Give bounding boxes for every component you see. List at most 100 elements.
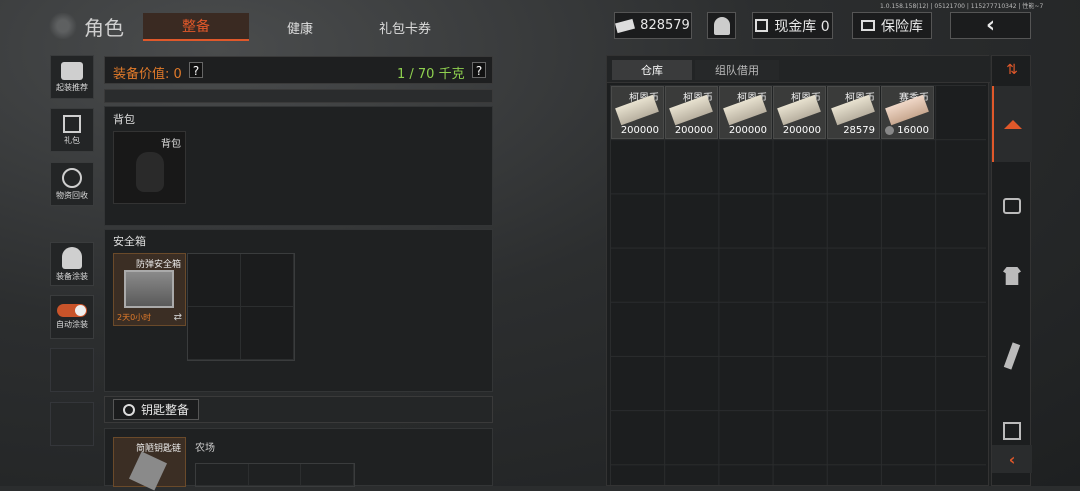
- safebox-section: 安全箱 防弹安全箱 2天0小时 ⇄: [104, 229, 493, 392]
- tab-health[interactable]: 健康: [250, 13, 350, 41]
- keys-bar: 钥匙整备: [104, 396, 493, 423]
- insurance-button[interactable]: 保险库: [852, 12, 932, 39]
- equip-value-label: 装备价值: 0: [113, 67, 182, 82]
- category-medical[interactable]: [992, 176, 1032, 236]
- sidebar-item-auto-skin[interactable]: 自动涂装: [50, 295, 94, 339]
- tab-equip[interactable]: 整备: [143, 13, 249, 41]
- equip-value-bar: 装备价值: 0 ? 1 / 70 千克 ?: [104, 56, 493, 84]
- warehouse-item[interactable]: 柯恩币 200000: [773, 86, 826, 139]
- safebox-case-icon: [124, 270, 174, 308]
- safebox-item-name: 防弹安全箱: [135, 260, 181, 270]
- item-count: 200000: [620, 125, 659, 136]
- tab-equip-label: 整备: [182, 19, 210, 35]
- map-logo-icon: [48, 13, 78, 39]
- category-all[interactable]: [992, 86, 1032, 162]
- item-count: 200000: [782, 125, 821, 136]
- grid-cell[interactable]: [188, 254, 241, 307]
- weight-help-icon[interactable]: ?: [472, 62, 486, 78]
- magazine-icon: [1003, 342, 1021, 370]
- box-icon: [1003, 422, 1021, 440]
- tab-team-borrow[interactable]: 组队借用: [695, 60, 779, 80]
- collapse-button[interactable]: ‹: [992, 445, 1032, 473]
- banknotes-icon: [777, 94, 821, 126]
- keys-button[interactable]: 钥匙整备: [113, 399, 199, 420]
- safebox-grid: [187, 253, 295, 361]
- warehouse-item[interactable]: 柯恩币 28579: [827, 86, 880, 139]
- banknotes-icon: [669, 94, 713, 126]
- grid-cell[interactable]: [241, 307, 294, 360]
- page-title: 角色: [84, 15, 124, 40]
- warehouse-item[interactable]: 柯恩币 200000: [611, 86, 664, 139]
- sidebar-item-gift[interactable]: 礼包: [50, 108, 94, 152]
- cash-icon: [615, 18, 636, 33]
- tab-gift-cards[interactable]: 礼包卡券: [350, 13, 460, 41]
- keychain-item[interactable]: 简陋钥匙链: [113, 437, 186, 491]
- cash-vault-label: 现金库 0: [774, 18, 830, 35]
- version-text: 1.0.158.158(12) | 05121700 | 11527771034…: [880, 3, 1044, 10]
- sidebar-empty-slot: [50, 348, 94, 392]
- insurance-icon: [861, 20, 875, 31]
- category-rail: ⇅ ‹: [991, 55, 1032, 486]
- grid-cell[interactable]: [241, 254, 294, 307]
- key-slot[interactable]: [196, 464, 249, 486]
- banknotes-icon: [615, 94, 659, 126]
- keys-section: 简陋钥匙链 农场: [104, 428, 493, 491]
- season-coin-icon: [885, 94, 929, 126]
- backpack-slot[interactable]: 背包: [113, 131, 186, 204]
- warehouse-tabs: 仓库 组队借用: [607, 56, 990, 83]
- key-icon: [122, 403, 135, 416]
- warehouse-item[interactable]: 柯恩币 200000: [665, 86, 718, 139]
- profile-button[interactable]: [707, 12, 736, 39]
- item-count: 200000: [728, 125, 767, 136]
- gear-recommend-icon: [61, 61, 83, 80]
- key-slot[interactable]: [248, 464, 302, 486]
- chevron-left-icon: ‹: [1008, 449, 1016, 469]
- soldier-icon: [713, 16, 730, 35]
- swap-icon: ⇄: [173, 312, 182, 323]
- category-ammo[interactable]: [992, 326, 1032, 386]
- sidebar-item-recycle[interactable]: 物资回收: [50, 162, 94, 206]
- item-count: 16000: [897, 125, 929, 136]
- sidebar-empty-slot: [50, 402, 94, 446]
- coin-badge-icon: [885, 126, 894, 135]
- gift-icon: [63, 114, 81, 133]
- sidebar-label: 装备涂装: [56, 271, 88, 281]
- banknotes-icon: [831, 94, 875, 126]
- category-armor[interactable]: [992, 246, 1032, 306]
- sidebar-label: 物资回收: [56, 190, 88, 200]
- home-icon: [1004, 119, 1022, 129]
- safebox-item[interactable]: 防弹安全箱 2天0小时 ⇄: [113, 253, 186, 326]
- sort-icon[interactable]: ⇅: [992, 56, 1032, 84]
- warehouse-panel: 仓库 组队借用 柯恩币 200000 柯恩币 200000 柯恩币 200000…: [606, 55, 990, 486]
- currency-amount: 828579: [640, 18, 690, 33]
- sidebar-item-recommend[interactable]: 起装推荐: [50, 55, 94, 99]
- tab-warehouse-label: 仓库: [641, 64, 663, 77]
- backpack-section: 背包 背包: [104, 106, 493, 226]
- insurance-label: 保险库: [881, 18, 923, 35]
- item-count: 28579: [843, 125, 875, 136]
- item-count: 200000: [674, 125, 713, 136]
- backpack-section-title: 背包: [113, 113, 135, 126]
- cash-vault-button[interactable]: 现金库 0: [752, 12, 833, 39]
- tab-warehouse[interactable]: 仓库: [612, 60, 692, 80]
- toggle-switch[interactable]: [57, 304, 87, 317]
- banknotes-icon: [723, 94, 767, 126]
- divider-bar: [104, 89, 493, 103]
- toggle-knob: [75, 305, 86, 316]
- sidebar-item-skin[interactable]: 装备涂装: [50, 242, 94, 286]
- grid-cell[interactable]: [188, 307, 241, 360]
- back-button[interactable]: ‹: [950, 12, 1031, 39]
- warehouse-item[interactable]: 赛季币 16000: [881, 86, 934, 139]
- sidebar-label: 自动涂装: [56, 320, 88, 329]
- warehouse-grid: 柯恩币 200000 柯恩币 200000 柯恩币 200000 柯恩币 200…: [610, 85, 986, 485]
- warehouse-item[interactable]: 柯恩币 200000: [719, 86, 772, 139]
- key-slot[interactable]: [301, 464, 354, 486]
- tab-health-label: 健康: [286, 21, 313, 37]
- safebox-section-title: 安全箱: [113, 235, 146, 248]
- sidebar-label: 起装推荐: [56, 82, 88, 92]
- map-label: 农场: [195, 443, 215, 454]
- help-icon[interactable]: ?: [189, 62, 203, 78]
- safebox-timer: 2天0小时: [117, 313, 152, 322]
- header-title: 角色: [48, 10, 128, 42]
- chevron-left-icon: ‹: [985, 13, 996, 38]
